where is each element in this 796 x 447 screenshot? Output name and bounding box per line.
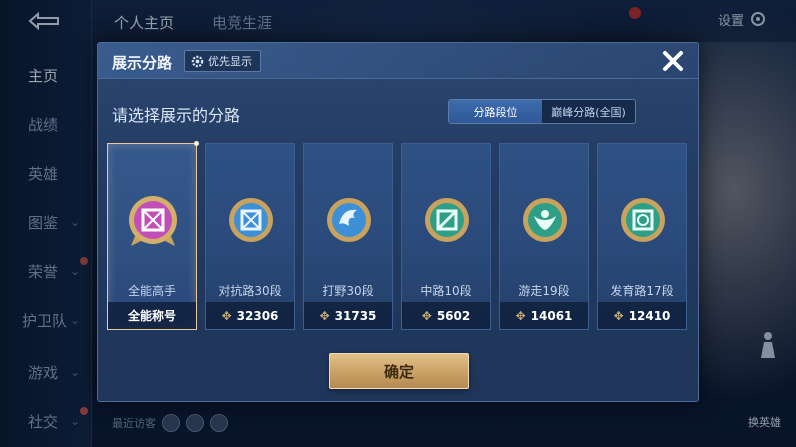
lane-card-farm[interactable]: 发育路17段 ✥ 12410	[597, 143, 687, 330]
roam-emblem-icon	[517, 190, 573, 250]
display-lane-dialog: 展示分路 优先显示 请选择展示的分路 分路段位 巅峰分路(全国) 全能高手 全能…	[97, 42, 699, 402]
lane-card-stat: ✥ 12410	[598, 302, 686, 329]
lane-card-label: 中路10段	[420, 284, 472, 298]
tab-label: 分路段位	[473, 105, 518, 119]
all-round-emblem-icon	[125, 190, 181, 250]
lane-card-label: 全能高手	[127, 284, 176, 298]
lane-card-all-round[interactable]: 全能高手 全能称号	[107, 141, 199, 330]
lane-card-label: 发育路17段	[610, 284, 674, 298]
power-icon: ✥	[515, 308, 526, 323]
lane-card-mid[interactable]: 中路10段 ✥ 5602	[401, 143, 491, 330]
lane-card-stat: ✥ 31735	[304, 302, 392, 329]
lane-card-roam[interactable]: 游走19段 ✥ 14061	[499, 143, 589, 330]
lane-mode-segmented-control: 分路段位 巅峰分路(全国)	[448, 99, 636, 124]
gear-icon	[191, 55, 204, 67]
jungle-emblem-icon	[321, 190, 377, 250]
lane-card-stat-value: 32306	[236, 308, 279, 323]
lane-card-label: 游走19段	[518, 284, 570, 298]
close-button[interactable]	[656, 45, 690, 77]
lane-card-stat: ✥ 32306	[206, 302, 294, 329]
lane-card-label: 对抗路30段	[218, 284, 282, 298]
close-icon	[663, 51, 683, 71]
dialog-title: 展示分路	[112, 54, 173, 72]
lane-card-stat-value: 14061	[530, 308, 573, 323]
dialog-header: 展示分路 优先显示	[98, 43, 698, 79]
clash-lane-emblem-icon	[223, 190, 279, 250]
lane-card-stat-value: 5602	[436, 308, 471, 323]
lane-card-stat-value: 31735	[334, 308, 377, 323]
farm-lane-emblem-icon	[615, 190, 671, 250]
confirm-button[interactable]: 确定	[329, 353, 469, 389]
lane-card-stat: 全能称号	[108, 302, 196, 329]
dialog-prompt: 请选择展示的分路	[112, 106, 241, 125]
lane-card-clash[interactable]: 对抗路30段 ✥ 32306	[205, 143, 295, 330]
tab-label: 巅峰分路(全国)	[551, 105, 626, 119]
lane-card-label: 打野30段	[322, 284, 374, 298]
tab-lane-rank[interactable]: 分路段位	[449, 100, 542, 123]
lane-card-jungle[interactable]: 打野30段 ✥ 31735	[303, 143, 393, 330]
priority-display-button[interactable]: 优先显示	[184, 50, 261, 72]
lane-card-stat-value: 全能称号	[127, 309, 176, 323]
power-icon: ✥	[613, 308, 624, 323]
lane-card-list: 全能高手 全能称号 对抗路30段 ✥ 32306 打野30段 ✥ 31735 中…	[107, 141, 691, 331]
confirm-label: 确定	[383, 362, 414, 381]
power-icon: ✥	[421, 308, 432, 323]
priority-display-label: 优先显示	[208, 55, 252, 68]
power-icon: ✥	[221, 308, 232, 323]
lane-card-stat: ✥ 14061	[500, 302, 588, 329]
power-icon: ✥	[319, 308, 330, 323]
lane-card-stat: ✥ 5602	[402, 302, 490, 329]
lane-card-stat-value: 12410	[628, 308, 671, 323]
tab-peak-lane[interactable]: 巅峰分路(全国)	[542, 100, 635, 123]
mid-lane-emblem-icon	[419, 190, 475, 250]
